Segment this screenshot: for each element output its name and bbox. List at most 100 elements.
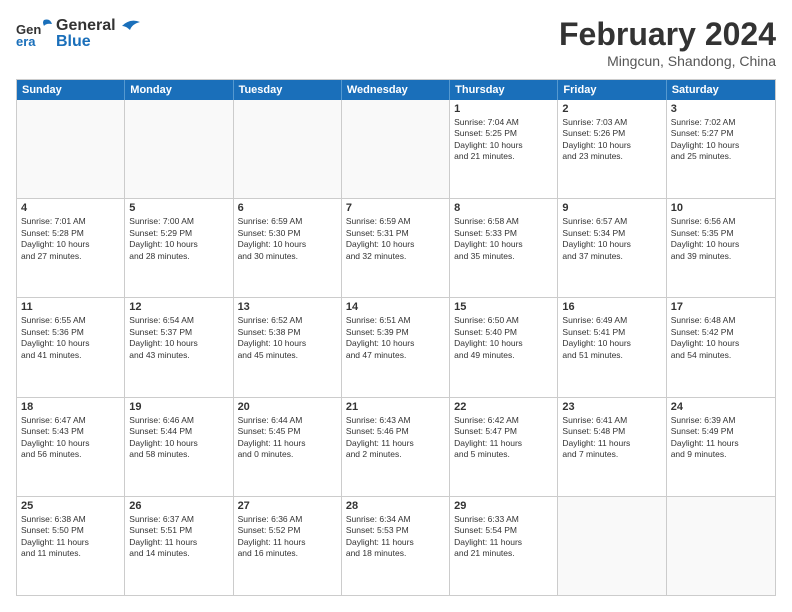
day-number: 11 [21, 301, 120, 313]
calendar-cell: 12 Sunrise: 6:54 AMSunset: 5:37 PMDayligh… [125, 298, 233, 396]
calendar-cell [234, 100, 342, 198]
calendar-cell: 16 Sunrise: 6:49 AMSunset: 5:41 PMDayligh… [558, 298, 666, 396]
day-number: 12 [129, 301, 228, 313]
cell-info: Sunrise: 6:54 AMSunset: 5:37 PMDaylight:… [129, 315, 228, 361]
cell-info: Sunrise: 6:46 AMSunset: 5:44 PMDaylight:… [129, 415, 228, 461]
day-number: 24 [671, 401, 771, 413]
calendar-cell: 23Sunrise: 6:41 AMSunset: 5:48 PMDayligh… [558, 398, 666, 496]
logo: Gen era General Blue [16, 16, 142, 52]
day-number: 19 [129, 401, 228, 413]
svg-text:era: era [16, 34, 36, 49]
calendar-cell: 20Sunrise: 6:44 AMSunset: 5:45 PMDayligh… [234, 398, 342, 496]
calendar-cell: 24 Sunrise: 6:39 AMSunset: 5:49 PMDayligh… [667, 398, 775, 496]
header-day-thursday: Thursday [450, 80, 558, 100]
day-number: 26 [129, 500, 228, 512]
day-number: 5 [129, 202, 228, 214]
month-title: February 2024 [559, 16, 776, 53]
calendar-cell: 25Sunrise: 6:38 AMSunset: 5:50 PMDayligh… [17, 497, 125, 595]
calendar: SundayMondayTuesdayWednesdayThursdayFrid… [16, 79, 776, 596]
day-number: 2 [562, 103, 661, 115]
day-number: 16 [562, 301, 661, 313]
calendar-cell: 11 Sunrise: 6:55 AMSunset: 5:36 PMDayligh… [17, 298, 125, 396]
calendar-cell: 28Sunrise: 6:34 AMSunset: 5:53 PMDayligh… [342, 497, 450, 595]
calendar-cell: 2 Sunrise: 7:03 AMSunset: 5:26 PMDaylight… [558, 100, 666, 198]
cell-info: Sunrise: 6:47 AMSunset: 5:43 PMDaylight:… [21, 415, 120, 461]
cell-info: Sunrise: 6:57 AMSunset: 5:34 PMDaylight:… [562, 216, 661, 262]
cell-info: Sunrise: 6:52 AMSunset: 5:38 PMDaylight:… [238, 315, 337, 361]
calendar-cell: 27Sunrise: 6:36 AMSunset: 5:52 PMDayligh… [234, 497, 342, 595]
day-number: 27 [238, 500, 337, 512]
day-number: 10 [671, 202, 771, 214]
cell-info: Sunrise: 6:49 AMSunset: 5:41 PMDaylight:… [562, 315, 661, 361]
cell-info: Sunrise: 6:42 AMSunset: 5:47 PMDaylight:… [454, 415, 553, 461]
calendar-cell: 22Sunrise: 6:42 AMSunset: 5:47 PMDayligh… [450, 398, 558, 496]
day-number: 21 [346, 401, 445, 413]
day-number: 8 [454, 202, 553, 214]
calendar-cell [342, 100, 450, 198]
day-number: 6 [238, 202, 337, 214]
calendar-cell: 8 Sunrise: 6:58 AMSunset: 5:33 PMDaylight… [450, 199, 558, 297]
day-number: 13 [238, 301, 337, 313]
page-header: Gen era General Blue Februar [16, 16, 776, 69]
day-number: 3 [671, 103, 771, 115]
day-number: 4 [21, 202, 120, 214]
calendar-cell [667, 497, 775, 595]
logo-icon: Gen era [16, 16, 52, 52]
calendar-body: 1 Sunrise: 7:04 AMSunset: 5:25 PMDaylight… [17, 100, 775, 595]
cell-info: Sunrise: 6:39 AMSunset: 5:49 PMDaylight:… [671, 415, 771, 461]
calendar-cell: 13 Sunrise: 6:52 AMSunset: 5:38 PMDayligh… [234, 298, 342, 396]
cell-info: Sunrise: 6:43 AMSunset: 5:46 PMDaylight:… [346, 415, 445, 461]
cell-info: Sunrise: 6:37 AMSunset: 5:51 PMDaylight:… [129, 514, 228, 560]
calendar-cell: 21 Sunrise: 6:43 AMSunset: 5:46 PMDayligh… [342, 398, 450, 496]
day-number: 1 [454, 103, 553, 115]
cell-info: Sunrise: 6:50 AMSunset: 5:40 PMDaylight:… [454, 315, 553, 361]
cell-info: Sunrise: 6:48 AMSunset: 5:42 PMDaylight:… [671, 315, 771, 361]
cell-info: Sunrise: 6:44 AMSunset: 5:45 PMDaylight:… [238, 415, 337, 461]
calendar-row-2: 11 Sunrise: 6:55 AMSunset: 5:36 PMDayligh… [17, 297, 775, 396]
day-number: 29 [454, 500, 553, 512]
cell-info: Sunrise: 6:56 AMSunset: 5:35 PMDaylight:… [671, 216, 771, 262]
header-day-wednesday: Wednesday [342, 80, 450, 100]
day-number: 7 [346, 202, 445, 214]
calendar-cell: 5 Sunrise: 7:00 AMSunset: 5:29 PMDaylight… [125, 199, 233, 297]
calendar-row-1: 4 Sunrise: 7:01 AMSunset: 5:28 PMDaylight… [17, 198, 775, 297]
header-day-friday: Friday [558, 80, 666, 100]
cell-info: Sunrise: 6:58 AMSunset: 5:33 PMDaylight:… [454, 216, 553, 262]
calendar-cell: 9 Sunrise: 6:57 AMSunset: 5:34 PMDaylight… [558, 199, 666, 297]
calendar-row-4: 25Sunrise: 6:38 AMSunset: 5:50 PMDayligh… [17, 496, 775, 595]
header-day-tuesday: Tuesday [234, 80, 342, 100]
calendar-cell: 26 Sunrise: 6:37 AMSunset: 5:51 PMDayligh… [125, 497, 233, 595]
calendar-cell: 14 Sunrise: 6:51 AMSunset: 5:39 PMDayligh… [342, 298, 450, 396]
calendar-cell: 17 Sunrise: 6:48 AMSunset: 5:42 PMDayligh… [667, 298, 775, 396]
cell-info: Sunrise: 6:59 AMSunset: 5:31 PMDaylight:… [346, 216, 445, 262]
cell-info: Sunrise: 7:03 AMSunset: 5:26 PMDaylight:… [562, 117, 661, 163]
calendar-cell: 1 Sunrise: 7:04 AMSunset: 5:25 PMDaylight… [450, 100, 558, 198]
day-number: 9 [562, 202, 661, 214]
calendar-header: SundayMondayTuesdayWednesdayThursdayFrid… [17, 80, 775, 100]
day-number: 15 [454, 301, 553, 313]
cell-info: Sunrise: 6:41 AMSunset: 5:48 PMDaylight:… [562, 415, 661, 461]
calendar-cell: 4 Sunrise: 7:01 AMSunset: 5:28 PMDaylight… [17, 199, 125, 297]
calendar-cell [125, 100, 233, 198]
calendar-row-3: 18 Sunrise: 6:47 AMSunset: 5:43 PMDayligh… [17, 397, 775, 496]
cell-info: Sunrise: 7:01 AMSunset: 5:28 PMDaylight:… [21, 216, 120, 262]
day-number: 17 [671, 301, 771, 313]
header-day-monday: Monday [125, 80, 233, 100]
day-number: 18 [21, 401, 120, 413]
cell-info: Sunrise: 7:04 AMSunset: 5:25 PMDaylight:… [454, 117, 553, 163]
calendar-cell [558, 497, 666, 595]
cell-info: Sunrise: 6:51 AMSunset: 5:39 PMDaylight:… [346, 315, 445, 361]
day-number: 14 [346, 301, 445, 313]
cell-info: Sunrise: 6:33 AMSunset: 5:54 PMDaylight:… [454, 514, 553, 560]
cell-info: Sunrise: 6:59 AMSunset: 5:30 PMDaylight:… [238, 216, 337, 262]
calendar-cell: 18 Sunrise: 6:47 AMSunset: 5:43 PMDayligh… [17, 398, 125, 496]
calendar-cell: 3Sunrise: 7:02 AMSunset: 5:27 PMDaylight… [667, 100, 775, 198]
title-area: February 2024 Mingcun, Shandong, China [559, 16, 776, 69]
header-day-sunday: Sunday [17, 80, 125, 100]
cell-info: Sunrise: 7:00 AMSunset: 5:29 PMDaylight:… [129, 216, 228, 262]
calendar-row-0: 1 Sunrise: 7:04 AMSunset: 5:25 PMDaylight… [17, 100, 775, 198]
calendar-cell: 29 Sunrise: 6:33 AMSunset: 5:54 PMDayligh… [450, 497, 558, 595]
day-number: 28 [346, 500, 445, 512]
cell-info: Sunrise: 6:55 AMSunset: 5:36 PMDaylight:… [21, 315, 120, 361]
header-day-saturday: Saturday [667, 80, 775, 100]
